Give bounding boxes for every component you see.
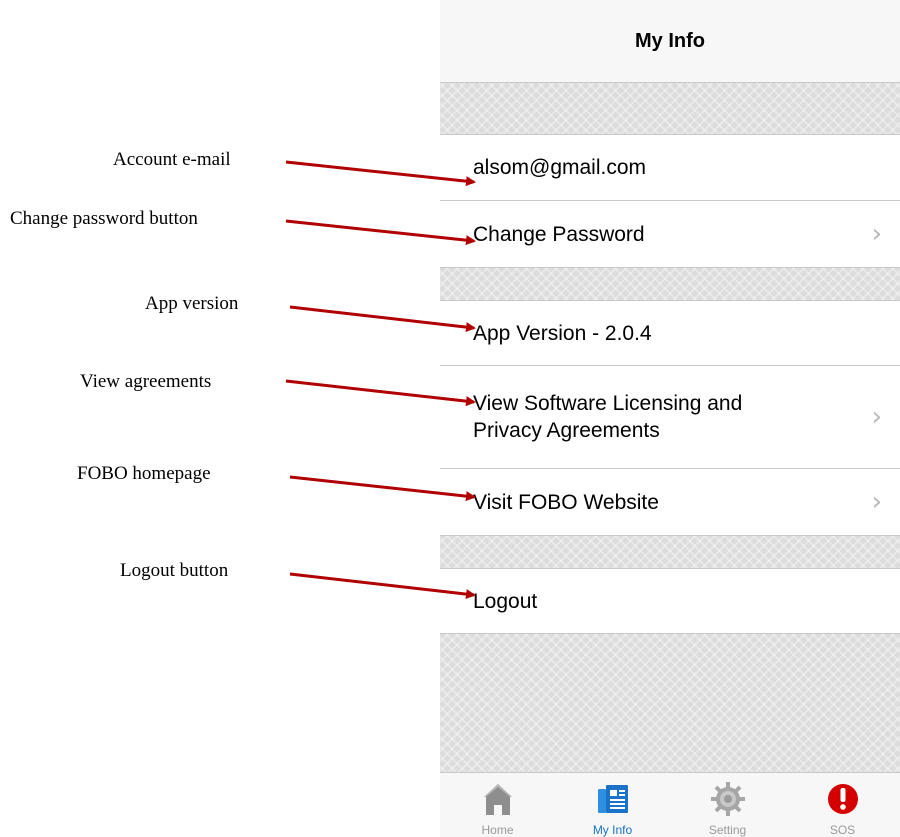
logout-label: Logout (473, 589, 538, 613)
home-icon (483, 784, 512, 815)
tab-bar: Home My Info Setting SOS (440, 772, 900, 837)
change-password-label: Change Password (473, 222, 645, 246)
app-version-text: App Version - 2.0.4 (473, 321, 652, 345)
gear-icon (710, 782, 745, 816)
tab-home-label: Home (481, 823, 514, 837)
chevron-right-icon: › (871, 219, 882, 249)
my-info-icon (597, 785, 628, 813)
annotation-change-password: Change password button (10, 208, 198, 229)
view-agreements-line1: View Software Licensing and (473, 392, 743, 415)
tab-setting-label: Setting (708, 823, 747, 837)
annotation-logout: Logout button (120, 560, 229, 581)
phone-screen: My Info alsom@gmail.com Change Password … (440, 0, 900, 837)
page-title: My Info (635, 29, 705, 52)
tab-home[interactable]: Home (440, 773, 555, 837)
view-agreements-label: View Software Licensing and Privacy Agre… (473, 390, 872, 444)
tab-setting[interactable]: Setting (670, 773, 785, 837)
tab-my-info-label: My Info (592, 823, 633, 837)
annotation-fobo-homepage: FOBO homepage (77, 463, 211, 484)
app-version-row: App Version - 2.0.4 (440, 301, 900, 365)
tab-sos-label: SOS (829, 823, 856, 837)
visit-website-button[interactable]: Visit FOBO Website › (440, 469, 900, 535)
visit-website-label: Visit FOBO Website (473, 490, 659, 514)
logout-button[interactable]: Logout (440, 569, 900, 633)
annotation-app-version: App version (145, 293, 239, 314)
chevron-right-icon: › (871, 402, 882, 432)
change-password-button[interactable]: Change Password › (440, 201, 900, 267)
chevron-right-icon: › (871, 487, 882, 517)
section-divider (440, 535, 900, 536)
account-email-row: alsom@gmail.com (440, 135, 900, 200)
view-agreements-button[interactable]: View Software Licensing and Privacy Agre… (440, 366, 900, 468)
view-agreements-line2: Privacy Agreements (473, 419, 660, 442)
navigation-bar: My Info (440, 0, 900, 83)
annotation-view-agreements: View agreements (80, 371, 212, 392)
tab-my-info[interactable]: My Info (555, 773, 670, 837)
section-divider (440, 267, 900, 268)
account-email-text: alsom@gmail.com (473, 156, 647, 179)
annotation-account-email: Account e-mail (113, 149, 231, 170)
sos-alert-icon (827, 784, 858, 814)
tab-sos[interactable]: SOS (785, 773, 900, 837)
section-divider (440, 633, 900, 634)
